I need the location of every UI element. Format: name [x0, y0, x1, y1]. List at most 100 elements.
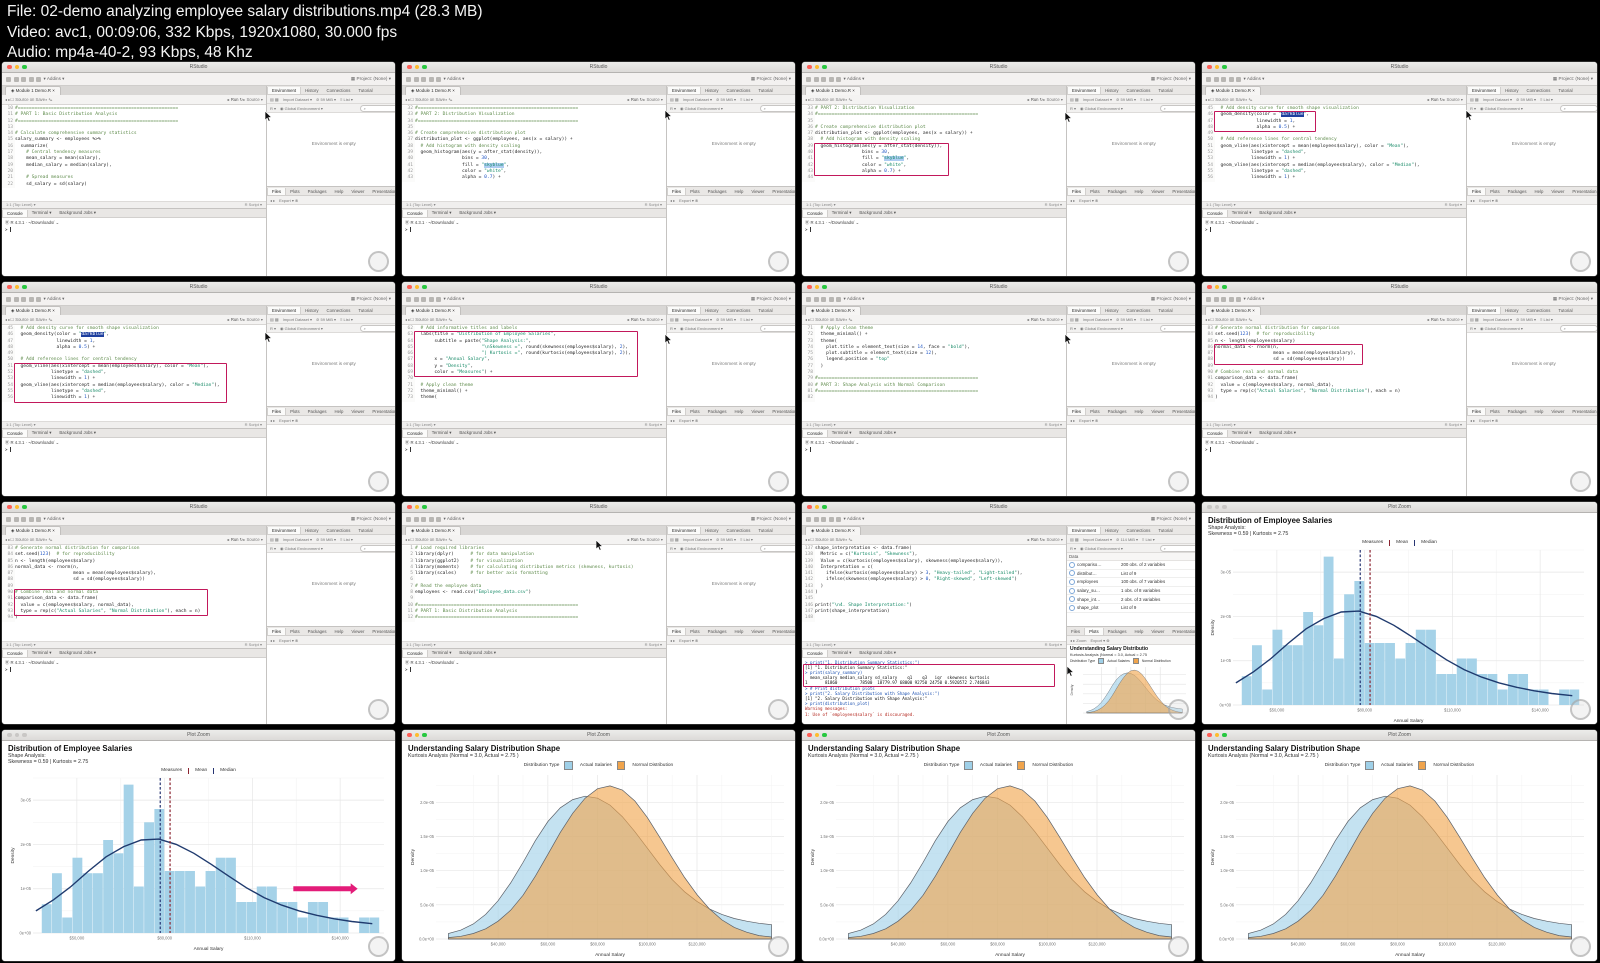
global-env-selector[interactable]: ◉ Global Environment ▾: [1080, 106, 1123, 111]
editor-tab[interactable]: ◈ Module 1 Demo.R ×: [405, 306, 461, 315]
editor-tab[interactable]: ◈ Module 1 Demo.R ×: [5, 526, 61, 535]
toolbar-icon[interactable]: [806, 516, 811, 522]
global-env-selector[interactable]: ◉ Global Environment ▾: [680, 106, 723, 111]
tab-console[interactable]: Console: [802, 649, 828, 657]
tab-background-jobs[interactable]: Background Jobs ▾: [855, 649, 900, 657]
tab-packages[interactable]: Packages: [704, 408, 731, 415]
tab-environment[interactable]: Environment: [667, 526, 702, 534]
tab-history[interactable]: History: [701, 307, 722, 314]
tab-connections[interactable]: Connections: [1523, 307, 1555, 314]
list-view-button[interactable]: ≡ List ▾: [340, 537, 353, 542]
source-button[interactable]: ▸ Source ▾: [643, 97, 663, 102]
toolbar-icon[interactable]: [813, 296, 819, 302]
tab-plots[interactable]: Plots: [1086, 188, 1104, 195]
list-view-button[interactable]: ≡ List ▾: [340, 317, 353, 322]
tab-packages[interactable]: Packages: [304, 628, 331, 635]
tab-files[interactable]: Files: [1067, 407, 1087, 415]
env-object-row[interactable]: salary_su… 1 obs. of 8 variables: [1067, 587, 1195, 596]
code-editor[interactable]: 71 # Apply clean theme 72 theme_minimal()…: [802, 325, 1066, 421]
project-menu[interactable]: ▦ Project: (None) ▾: [1151, 76, 1191, 82]
source-button[interactable]: ▸ Source ▾: [1043, 317, 1063, 322]
toolbar-icon[interactable]: [421, 296, 426, 302]
toolbar-icon[interactable]: [1206, 296, 1211, 302]
plot-nav-icons[interactable]: ◂ ▸: [1070, 198, 1075, 203]
tab-connections[interactable]: Connections: [723, 307, 755, 314]
editor-tab[interactable]: ◈ Module 1 Demo.R ×: [805, 86, 861, 95]
toolbar-icon[interactable]: [813, 516, 819, 522]
tab-connections[interactable]: Connections: [1123, 87, 1155, 94]
code-editor[interactable]: 33 # PART 2: Distribution Visualization 34…: [802, 105, 1066, 201]
tab-viewer[interactable]: Viewer: [747, 628, 768, 635]
source-on-save-checkbox[interactable]: ☐ Source on Save: [410, 317, 445, 322]
language-selector[interactable]: R ▾: [1070, 546, 1076, 551]
tab-viewer[interactable]: Viewer: [747, 188, 768, 195]
toolbar-icon[interactable]: [6, 76, 11, 82]
run-button[interactable]: ▸ Run ↻: [1028, 317, 1044, 322]
tab-plots[interactable]: Plots: [686, 408, 704, 415]
addins-menu[interactable]: ▾ Addins ▾: [1244, 296, 1265, 302]
tab-history[interactable]: History: [1501, 307, 1522, 314]
tab-background-jobs[interactable]: Background Jobs ▾: [455, 649, 500, 657]
env-object-row[interactable]: distribut… List of 9: [1067, 570, 1195, 579]
source-on-save-checkbox[interactable]: ☐ Source on Save: [10, 97, 45, 102]
tab-help[interactable]: Help: [731, 628, 748, 635]
tab-presentation[interactable]: Presentation: [368, 188, 395, 195]
env-search-input[interactable]: ⌕: [1159, 104, 1195, 112]
file-type-menu[interactable]: R Script ▾: [645, 422, 662, 427]
language-selector[interactable]: R ▾: [670, 106, 676, 111]
addins-menu[interactable]: ▾ Addins ▾: [444, 296, 465, 302]
source-button[interactable]: ▸ Source ▾: [243, 317, 263, 322]
source-on-save-checkbox[interactable]: ☐ Source on Save: [1210, 317, 1245, 322]
import-dataset-button[interactable]: Import Dataset ▾: [283, 97, 312, 102]
tab-environment[interactable]: Environment: [1067, 526, 1102, 534]
tab-console[interactable]: Console: [402, 649, 428, 657]
addins-menu[interactable]: ▾ Addins ▾: [844, 296, 865, 302]
import-dataset-button[interactable]: Import Dataset ▾: [683, 317, 712, 322]
toolbar-icon[interactable]: [806, 76, 811, 82]
global-env-selector[interactable]: ◉ Global Environment ▾: [1080, 326, 1123, 331]
tab-environment[interactable]: Environment: [667, 86, 702, 94]
import-dataset-button[interactable]: Import Dataset ▾: [1083, 97, 1112, 102]
global-env-selector[interactable]: ◉ Global Environment ▾: [1480, 106, 1523, 111]
env-search-input[interactable]: ⌕: [759, 324, 795, 332]
editor-tab[interactable]: ◈ Module 1 Demo.R ×: [805, 526, 861, 535]
list-view-button[interactable]: ≡ List ▾: [740, 317, 753, 322]
toolbar-icon[interactable]: [428, 76, 434, 82]
tab-plots[interactable]: Plots: [686, 188, 704, 195]
editor-tab[interactable]: ◈ Module 1 Demo.R ×: [5, 86, 61, 95]
tab-console[interactable]: Console: [1202, 209, 1228, 217]
tab-background-jobs[interactable]: Background Jobs ▾: [1255, 429, 1300, 437]
toolbar-icon[interactable]: [21, 76, 26, 82]
toolbar-icon[interactable]: [413, 516, 419, 522]
code-editor[interactable]: 45 # Add density curve for smooth shape …: [2, 325, 266, 421]
tab-files[interactable]: Files: [1067, 628, 1084, 635]
file-type-menu[interactable]: R Script ▾: [1045, 642, 1062, 647]
list-view-button[interactable]: ≡ List ▾: [1540, 97, 1553, 102]
toolbar-icon[interactable]: [13, 516, 19, 522]
memory-usage[interactable]: ⊘ 59 MiB ▾: [316, 537, 336, 542]
tab-tutorial[interactable]: Tutorial: [754, 527, 776, 534]
tab-presentation[interactable]: Presentation: [768, 408, 795, 415]
toolbar-icon[interactable]: [406, 516, 411, 522]
import-dataset-button[interactable]: Import Dataset ▾: [1083, 317, 1112, 322]
toolbar-icon[interactable]: [828, 516, 834, 522]
toolbar-icon[interactable]: [1206, 76, 1211, 82]
source-button[interactable]: ▸ Source ▾: [1443, 97, 1463, 102]
tab-plots[interactable]: Plots: [1086, 408, 1104, 415]
load-workspace-icon[interactable]: ▤ ▦: [1470, 317, 1479, 322]
tab-viewer[interactable]: Viewer: [347, 188, 368, 195]
tab-packages[interactable]: Packages: [704, 188, 731, 195]
env-search-input[interactable]: ⌕: [759, 104, 795, 112]
source-on-save-checkbox[interactable]: ☐ Source on Save: [410, 97, 445, 102]
tab-files[interactable]: Files: [267, 407, 287, 415]
toolbar-icon[interactable]: [1221, 296, 1226, 302]
tab-presentation[interactable]: Presentation: [1168, 408, 1195, 415]
project-menu[interactable]: ▦ Project: (None) ▾: [351, 296, 391, 302]
tab-plots[interactable]: Plots: [286, 628, 304, 635]
tab-terminal[interactable]: Terminal ▾: [428, 209, 456, 217]
run-button[interactable]: ▸ Run ↻: [628, 537, 644, 542]
tab-plots[interactable]: Plots: [1486, 408, 1504, 415]
tab-files[interactable]: Files: [267, 627, 287, 635]
plot-nav-icons[interactable]: ◂ ▸: [1070, 418, 1075, 423]
plot-nav-icons[interactable]: ◂ ▸: [270, 418, 275, 423]
